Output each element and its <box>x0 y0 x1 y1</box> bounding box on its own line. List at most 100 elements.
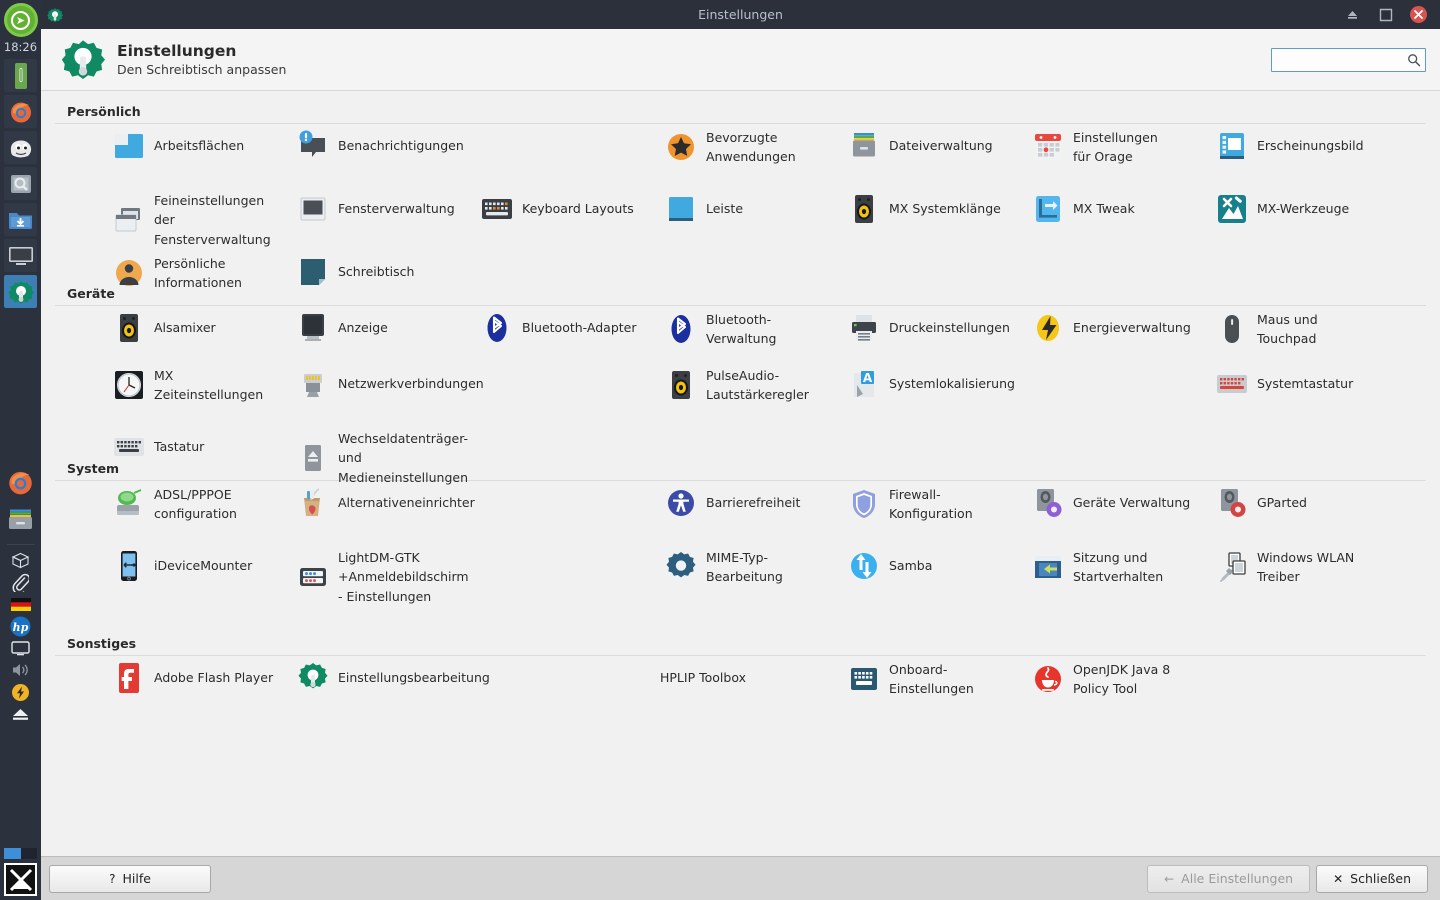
settings-item[interactable]: Alternativeneinrichter <box>295 485 475 521</box>
minimize-button[interactable] <box>1344 6 1361 23</box>
workspace-1[interactable] <box>4 848 21 859</box>
workspace-2[interactable] <box>21 848 38 859</box>
settings-item-label: Windows WLAN Treiber <box>1257 550 1355 585</box>
clipboard-paperclip-icon <box>12 573 29 592</box>
settings-item[interactable]: Leiste <box>663 191 743 227</box>
dock-item-firefox[interactable] <box>4 95 37 128</box>
settings-content: Persönlich Arbeitsflächen Benachrichtigung… <box>41 91 1440 856</box>
idevice-mounter-icon <box>111 548 147 584</box>
taskbar-item-settings[interactable] <box>4 503 37 536</box>
settings-item[interactable]: Energieverwaltung <box>1030 310 1191 346</box>
settings-item[interactable]: Anzeige <box>295 310 388 346</box>
settings-item[interactable]: Bevorzugte Anwendungen <box>663 128 804 167</box>
settings-item[interactable]: Druckeinstellungen <box>846 310 1010 346</box>
taskbar-item-firefox[interactable] <box>4 466 37 499</box>
settings-item-label: Onboard-Einstellungen <box>889 662 974 697</box>
settings-item[interactable]: Barrierefreiheit <box>663 485 800 521</box>
tray-display-icon[interactable] <box>9 637 33 659</box>
settings-item[interactable]: Benachrichtigungen <box>295 128 464 164</box>
settings-item[interactable]: ADSL/PPPOE configuration <box>111 485 252 524</box>
settings-item-label: HPLIP Toolbox <box>660 670 746 686</box>
tray-power-icon[interactable] <box>9 681 33 703</box>
tray-volume-icon[interactable] <box>9 659 33 681</box>
settings-item[interactable]: LightDM-GTK +Anmeldebildschirm - Einstel… <box>295 548 469 606</box>
gimp-icon <box>10 140 31 157</box>
page-subtitle: Den Schreibtisch anpassen <box>117 61 287 77</box>
bluetooth-manager-icon <box>663 311 699 347</box>
settings-item[interactable]: MX-Werkzeuge <box>1214 191 1349 227</box>
settings-item-label: Arbeitsflächen <box>154 138 245 154</box>
window-manager-icon <box>295 191 331 227</box>
settings-item-label: Systemlokalisierung <box>889 376 1015 392</box>
start-arrow-icon: ➤ <box>11 10 30 30</box>
settings-item[interactable]: Alsamixer <box>111 310 216 346</box>
settings-item[interactable]: Systemtastatur <box>1214 366 1353 402</box>
settings-item-label: Anzeige <box>338 320 388 336</box>
settings-item[interactable]: Sitzung und Startverhalten <box>1030 548 1171 587</box>
tray-eject-icon[interactable] <box>9 703 33 725</box>
settings-item[interactable]: MX Systemklänge <box>846 191 1001 227</box>
settings-item[interactable]: GParted <box>1214 485 1307 521</box>
settings-item[interactable]: Feineinstellungen der Fensterverwaltung <box>111 191 271 249</box>
maximize-button[interactable] <box>1377 6 1394 23</box>
settings-item[interactable]: MIME-Typ-Bearbeitung <box>663 548 804 587</box>
dock-item-gimp[interactable] <box>4 131 37 164</box>
close-button[interactable] <box>1410 6 1427 23</box>
settings-item[interactable]: Dateiverwaltung <box>846 128 993 164</box>
settings-item[interactable]: PulseAudio-Lautstärkeregler <box>663 366 831 405</box>
settings-item[interactable]: Bluetooth-Adapter <box>479 310 637 346</box>
settings-item[interactable]: Onboard-Einstellungen <box>846 660 1014 699</box>
settings-item[interactable]: Tastatur <box>111 429 204 465</box>
search-box[interactable] <box>1271 47 1426 72</box>
svg-text:hp: hp <box>13 621 29 634</box>
dock-item-file-downloads[interactable] <box>4 203 37 236</box>
help-button[interactable]: ? Hilfe <box>49 864 211 893</box>
section-divider <box>55 655 1426 656</box>
settings-item[interactable]: Adobe Flash Player <box>111 660 273 696</box>
settings-item[interactable]: A Systemlokalisierung <box>846 366 1015 402</box>
whisker-menu-start-icon[interactable]: ➤ <box>3 3 38 37</box>
dock-item-document-viewer[interactable] <box>4 167 37 200</box>
close-dialog-button[interactable]: ✕ Schließen <box>1316 864 1428 893</box>
search-input[interactable] <box>1278 52 1408 67</box>
workspace-switcher[interactable] <box>4 848 37 859</box>
settings-item[interactable]: MX Tweak <box>1030 191 1135 227</box>
settings-item[interactable]: Erscheinungsbild <box>1214 128 1364 164</box>
desktop-panel[interactable]: ➤ 18:26 hp <box>0 0 41 900</box>
settings-item[interactable]: Samba <box>846 548 932 584</box>
window-titlebar[interactable]: Einstellungen <box>41 0 1440 29</box>
settings-item[interactable]: Keyboard Layouts <box>479 191 634 227</box>
tray-clipboard-paperclip-icon[interactable] <box>9 571 33 593</box>
settings-item[interactable]: HPLIP Toolbox <box>653 660 746 696</box>
settings-item[interactable]: Einstellungsbearbeitung <box>295 660 490 696</box>
dock-item-settings-manager[interactable] <box>4 275 37 308</box>
all-settings-button[interactable]: ← Alle Einstellungen <box>1147 864 1311 893</box>
settings-item[interactable]: iDeviceMounter <box>111 548 252 584</box>
dock-item-archive-manager[interactable] <box>4 59 37 92</box>
dock-item-xterm[interactable] <box>4 863 37 896</box>
device-manager-icon <box>1030 485 1066 521</box>
settings-item[interactable]: Maus und Touchpad <box>1214 310 1355 349</box>
settings-item[interactable]: Netzwerkverbindungen <box>295 366 484 402</box>
settings-item[interactable]: Windows WLAN Treiber <box>1214 548 1382 587</box>
mouse-touchpad-icon <box>1214 311 1250 347</box>
section-divider <box>55 123 1426 124</box>
settings-item[interactable]: Firewall-Konfiguration <box>846 485 987 524</box>
settings-item-label: Einstellungen für Orage <box>1073 130 1158 165</box>
tray-package-updater-icon[interactable] <box>9 549 33 571</box>
settings-item[interactable]: Fensterverwaltung <box>295 191 455 227</box>
settings-item[interactable]: MX Zeiteinstellungen <box>111 366 263 405</box>
settings-item[interactable]: Arbeitsflächen <box>111 128 244 164</box>
settings-item[interactable]: Einstellungen für Orage <box>1030 128 1171 167</box>
tray-keyboard-layout-flag-de-icon[interactable] <box>9 593 33 615</box>
settings-item-label: Samba <box>889 558 933 574</box>
dock-item-display-monitor[interactable] <box>4 239 37 272</box>
settings-item[interactable]: OpenJDK Java 8 Policy Tool <box>1030 660 1198 699</box>
settings-item[interactable]: Persönliche Informationen <box>111 254 252 293</box>
settings-item[interactable]: Schreibtisch <box>295 254 414 290</box>
settings-item[interactable]: Bluetooth-Verwaltung <box>663 310 804 349</box>
tray-hp-systray-icon[interactable]: hp <box>9 615 33 637</box>
panel-clock[interactable]: 18:26 <box>4 40 37 54</box>
settings-item[interactable]: Geräte Verwaltung <box>1030 485 1190 521</box>
settings-item[interactable]: Wechseldatenträger- und Medieneinstellun… <box>295 429 468 487</box>
